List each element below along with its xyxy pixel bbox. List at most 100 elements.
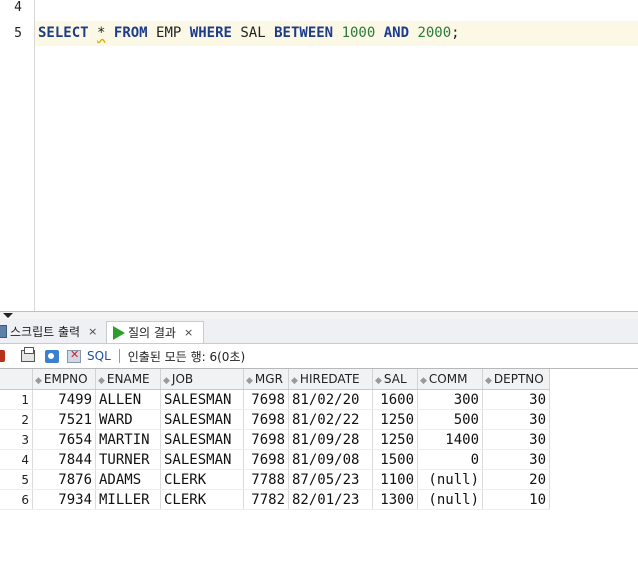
row-number[interactable]: 3 <box>0 429 33 450</box>
sql-button[interactable]: SQL <box>87 349 111 363</box>
column-header-label: JOB <box>171 372 194 386</box>
tab-query-result[interactable]: 질의 결과 × <box>106 321 204 343</box>
cell-mgr[interactable]: 7698 <box>243 389 289 410</box>
column-header-comm[interactable]: ◆ COMM <box>417 369 483 390</box>
cell-hiredate[interactable]: 82/01/23 <box>288 489 373 510</box>
cell-ename[interactable]: TURNER <box>95 449 161 470</box>
cell-job[interactable]: CLERK <box>160 469 244 490</box>
script-output-icon <box>0 325 7 338</box>
sort-icon: ◆ <box>420 376 427 386</box>
result-toolbar: SQL 인출된 모든 행: 6(0초) <box>0 344 638 368</box>
row-number[interactable]: 5 <box>0 469 33 490</box>
cell-hiredate[interactable]: 87/05/23 <box>288 469 373 490</box>
table-row[interactable]: 2 7521 WARD SALESMAN 7698 81/02/22 1250 … <box>0 409 550 430</box>
cell-comm[interactable]: 300 <box>417 389 483 410</box>
cell-ename[interactable]: ADAMS <box>95 469 161 490</box>
column-header-sal[interactable]: ◆ SAL <box>372 369 418 390</box>
cell-comm[interactable]: 0 <box>417 449 483 470</box>
cell-empno[interactable]: 7844 <box>32 449 96 470</box>
cell-comm[interactable]: 1400 <box>417 429 483 450</box>
cell-ename[interactable]: MILLER <box>95 489 161 510</box>
cell-sal[interactable]: 1600 <box>372 389 418 410</box>
sql-token: BETWEEN <box>274 25 334 41</box>
cell-sal[interactable]: 1300 <box>372 489 418 510</box>
row-number-header <box>0 369 33 390</box>
print-icon[interactable] <box>21 347 35 362</box>
cell-mgr[interactable]: 7782 <box>243 489 289 510</box>
cell-deptno[interactable]: 30 <box>482 449 550 470</box>
collapse-arrow-icon[interactable] <box>3 313 13 318</box>
run-icon <box>113 325 125 340</box>
tab-script-output[interactable]: 스크립트 출력 × <box>0 321 103 342</box>
column-header-deptno[interactable]: ◆ DEPTNO <box>482 369 550 390</box>
column-header-mgr[interactable]: ◆ MGR <box>243 369 289 390</box>
cell-ename[interactable]: WARD <box>95 409 161 430</box>
column-header-empno[interactable]: ◆ EMPNO <box>32 369 96 390</box>
cell-empno[interactable]: 7876 <box>32 469 96 490</box>
cell-ename[interactable]: ALLEN <box>95 389 161 410</box>
close-icon[interactable]: × <box>88 325 97 338</box>
table-row[interactable]: 1 7499 ALLEN SALESMAN 7698 81/02/20 1600… <box>0 389 550 410</box>
table-row[interactable]: 3 7654 MARTIN SALESMAN 7698 81/09/28 125… <box>0 429 550 450</box>
column-header-label: SAL <box>383 372 407 386</box>
column-header-label: ENAME <box>106 372 150 386</box>
clear-icon[interactable] <box>67 348 81 363</box>
row-number[interactable]: 2 <box>0 409 33 430</box>
sql-statement[interactable]: SELECT * FROM EMP WHERE SAL BETWEEN 1000… <box>38 25 460 41</box>
sort-icon: ◆ <box>485 376 492 386</box>
close-icon[interactable]: × <box>184 326 193 339</box>
sql-token: SELECT <box>38 25 89 41</box>
sql-token: SAL <box>240 25 266 41</box>
cell-deptno[interactable]: 30 <box>482 409 550 430</box>
sql-token: EMP <box>156 25 182 41</box>
tab-label: 스크립트 출력 <box>10 325 81 339</box>
cell-comm[interactable]: (null) <box>417 489 483 510</box>
cell-job[interactable]: CLERK <box>160 489 244 510</box>
table-row[interactable]: 4 7844 TURNER SALESMAN 7698 81/09/08 150… <box>0 449 550 470</box>
table-row[interactable]: 6 7934 MILLER CLERK 7782 82/01/23 1300 (… <box>0 489 550 510</box>
cell-empno[interactable]: 7934 <box>32 489 96 510</box>
cell-mgr[interactable]: 7698 <box>243 429 289 450</box>
cell-deptno[interactable]: 30 <box>482 389 550 410</box>
cell-empno[interactable]: 7521 <box>32 409 96 430</box>
cell-job[interactable]: SALESMAN <box>160 449 244 470</box>
cell-comm[interactable]: 500 <box>417 409 483 430</box>
sort-icon: ◆ <box>246 376 253 386</box>
row-number[interactable]: 1 <box>0 389 33 410</box>
cell-hiredate[interactable]: 81/02/20 <box>288 389 373 410</box>
line-number-gutter: 4 5 <box>0 0 35 311</box>
sort-icon: ◆ <box>98 376 105 386</box>
cell-empno[interactable]: 7654 <box>32 429 96 450</box>
row-number[interactable]: 4 <box>0 449 33 470</box>
cell-mgr[interactable]: 7698 <box>243 449 289 470</box>
cell-mgr[interactable]: 7698 <box>243 409 289 430</box>
cell-sal[interactable]: 1500 <box>372 449 418 470</box>
cell-job[interactable]: SALESMAN <box>160 409 244 430</box>
cell-job[interactable]: SALESMAN <box>160 429 244 450</box>
row-number[interactable]: 6 <box>0 489 33 510</box>
cell-mgr[interactable]: 7788 <box>243 469 289 490</box>
sort-icon: ◆ <box>163 376 170 386</box>
cell-sal[interactable]: 1250 <box>372 409 418 430</box>
tab-label: 질의 결과 <box>128 326 176 340</box>
column-header-ename[interactable]: ◆ ENAME <box>95 369 161 390</box>
cell-job[interactable]: SALESMAN <box>160 389 244 410</box>
cell-hiredate[interactable]: 81/02/22 <box>288 409 373 430</box>
cell-comm[interactable]: (null) <box>417 469 483 490</box>
cell-empno[interactable]: 7499 <box>32 389 96 410</box>
pin-icon[interactable] <box>0 350 5 362</box>
cell-deptno[interactable]: 20 <box>482 469 550 490</box>
cell-hiredate[interactable]: 81/09/28 <box>288 429 373 450</box>
cell-hiredate[interactable]: 81/09/08 <box>288 449 373 470</box>
column-header-hiredate[interactable]: ◆ HIREDATE <box>288 369 373 390</box>
cell-sal[interactable]: 1100 <box>372 469 418 490</box>
cell-sal[interactable]: 1250 <box>372 429 418 450</box>
sql-editor[interactable]: 4 5 SELECT * FROM EMP WHERE SAL BETWEEN … <box>0 0 638 311</box>
refresh-icon[interactable] <box>45 349 59 363</box>
cell-deptno[interactable]: 30 <box>482 429 550 450</box>
sort-icon: ◆ <box>375 376 382 386</box>
cell-deptno[interactable]: 10 <box>482 489 550 510</box>
cell-ename[interactable]: MARTIN <box>95 429 161 450</box>
table-row[interactable]: 5 7876 ADAMS CLERK 7788 87/05/23 1100 (n… <box>0 469 550 490</box>
column-header-job[interactable]: ◆ JOB <box>160 369 244 390</box>
